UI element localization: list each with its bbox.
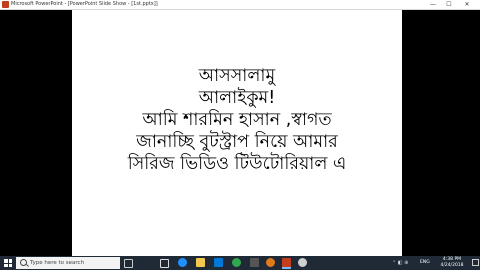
store-icon[interactable] (214, 258, 223, 267)
start-button[interactable] (0, 256, 16, 270)
slideshow-stage[interactable]: আসসালামু আলাইকুম! আমি শারমিন হাসান ,স্বা… (0, 10, 480, 256)
search-icon (20, 259, 27, 266)
slide-line-5: সিরিজ ভিডিও টিউটোরিয়াল এ (127, 154, 347, 174)
chrome-icon[interactable] (232, 258, 241, 267)
calculator-icon[interactable] (250, 258, 259, 267)
clock[interactable]: 4:38 PM 4/24/2018 (434, 257, 470, 269)
window-title: Microsoft PowerPoint - [PowerPoint Slide… (11, 1, 158, 7)
taskbar: Type here to search ⌃ ◧ ⊕ ENG 4:38 PM 4/… (0, 256, 480, 270)
camera-icon[interactable] (298, 258, 307, 267)
slide-line-4: জানাচ্ছি বুটস্ট্রাপ নিয়ে আমার (136, 132, 338, 152)
slide-line-1: আসসালামু (198, 66, 276, 86)
title-bar: Microsoft PowerPoint - [PowerPoint Slide… (0, 0, 480, 10)
search-placeholder: Type here to search (30, 260, 85, 266)
edge-icon[interactable] (178, 258, 187, 267)
clock-date: 4/24/2018 (440, 263, 464, 268)
language-indicator[interactable]: ENG (420, 256, 430, 270)
tray-icons[interactable]: ⌃ ◧ ⊕ (392, 256, 418, 270)
search-box[interactable]: Type here to search (16, 257, 120, 269)
maximize-button[interactable]: ☐ (442, 0, 456, 9)
microphone-icon[interactable] (124, 259, 133, 268)
file-explorer-icon[interactable] (196, 258, 205, 267)
close-button[interactable]: ✕ (460, 0, 474, 9)
windows-logo-icon (4, 259, 12, 267)
slide-line-3: আমি শারমিন হাসান ,স্বাগত (142, 110, 332, 130)
media-icon[interactable] (266, 258, 275, 267)
minimize-button[interactable]: — (426, 0, 440, 9)
slide-text: আসসালামু আলাইকুম! আমি শারমিন হাসান ,স্বা… (72, 65, 402, 175)
powerpoint-icon (2, 1, 9, 8)
slide[interactable]: আসসালামু আলাইকুম! আমি শারমিন হাসান ,স্বা… (72, 10, 402, 256)
powerpoint-taskbar-icon[interactable] (282, 258, 291, 269)
slide-line-2: আলাইকুম! (198, 88, 276, 108)
notification-icon[interactable] (472, 259, 479, 266)
task-view-icon[interactable] (160, 259, 169, 268)
